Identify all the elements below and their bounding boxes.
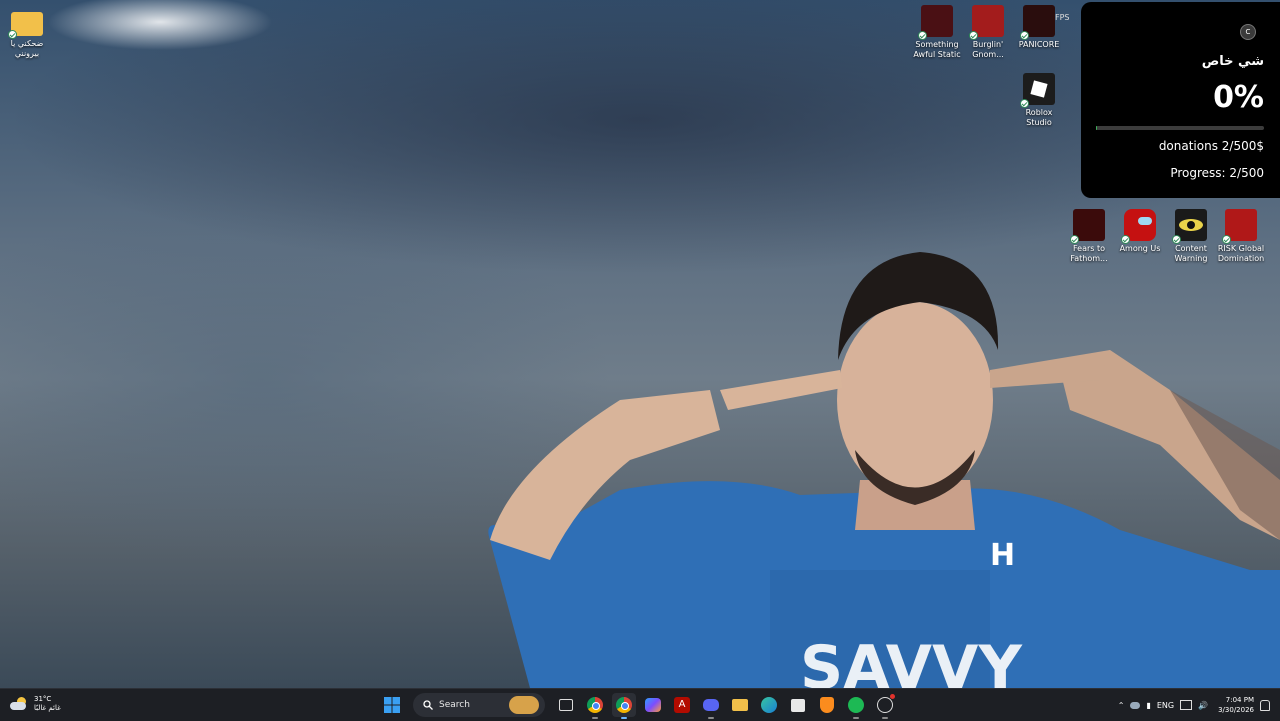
notification-bell-icon[interactable] <box>1260 699 1270 711</box>
goal-title: شي خاص <box>1201 54 1264 69</box>
chevron-up-icon[interactable]: ⌃ <box>1118 701 1125 710</box>
avatar: C <box>1240 24 1256 40</box>
among-us-icon <box>1121 209 1156 244</box>
taskbar-store[interactable] <box>786 693 810 717</box>
taskbar-steam[interactable] <box>873 693 897 719</box>
acrobat-icon: A <box>674 697 690 713</box>
svg-text:SAVVY: SAVVY <box>800 633 1023 688</box>
language-indicator[interactable]: ENG <box>1157 701 1174 710</box>
taskbar-search[interactable]: Search <box>413 693 545 717</box>
system-tray: ⌃ ▮ ENG 🔊 7:04 PM 3/30/2026 <box>1118 689 1280 721</box>
network-icon[interactable] <box>1180 700 1193 710</box>
donation-goal-overlay: C شي خاص 0% donations 2/500$ Progress: 2… <box>1081 2 1280 198</box>
onedrive-icon[interactable] <box>1130 701 1141 709</box>
donations-text: donations 2/500$ <box>1158 139 1264 153</box>
taskbar-brave[interactable] <box>815 693 839 717</box>
edge-icon <box>761 697 777 713</box>
chrome-icon <box>587 697 603 713</box>
desktop-icon-content-warning[interactable]: Content Warning <box>1166 209 1216 264</box>
weather-widget[interactable]: 31°C غائم غالبًا <box>10 695 61 713</box>
taskbar-spotify[interactable] <box>844 693 868 719</box>
copilot-icon <box>645 698 661 712</box>
wallpaper-player-image: SAVVY H <box>488 252 1280 688</box>
store-icon <box>791 698 805 712</box>
taskbar-file-explorer[interactable] <box>728 693 752 717</box>
weather-desc: غائم غالبًا <box>34 704 61 712</box>
fps-label: FPS <box>1055 13 1070 22</box>
game-icon <box>969 5 1004 40</box>
game-icon <box>1070 209 1105 244</box>
start-button[interactable] <box>380 693 404 717</box>
search-highlight-icon <box>509 696 539 714</box>
goal-percent: 0% <box>1213 80 1264 115</box>
discord-icon <box>703 699 719 711</box>
folder-icon <box>8 12 43 39</box>
search-label: Search <box>439 700 470 710</box>
windows-icon <box>384 697 400 713</box>
volume-icon[interactable]: 🔊 <box>1198 701 1208 710</box>
desktop-icon-among-us[interactable]: Among Us <box>1115 209 1165 254</box>
desktop-icon-roblox-studio[interactable]: Roblox Studio <box>1014 73 1064 128</box>
brave-icon <box>820 697 834 713</box>
taskbar-acrobat[interactable]: A <box>670 693 694 717</box>
clock-time: 7:04 PM <box>1225 696 1254 704</box>
goal-progress-bar <box>1096 126 1264 130</box>
taskbar-discord[interactable] <box>699 693 723 719</box>
svg-text:H: H <box>990 538 1015 573</box>
taskbar: 31°C غائم غالبًا Search A ⌃ ▮ ENG 🔊 7:04… <box>0 688 1280 721</box>
task-view-button[interactable] <box>554 693 578 717</box>
taskbar-chrome-2[interactable] <box>612 693 636 719</box>
desktop-icon-something-awful-static[interactable]: Something Awful Static <box>912 5 962 60</box>
desktop-folder-shortcut[interactable]: ضحكني يا بيرونني <box>2 8 52 59</box>
taskbar-copilot[interactable] <box>641 693 665 717</box>
goal-progress-fill <box>1096 126 1097 130</box>
search-icon <box>423 700 433 710</box>
taskbar-center: Search A <box>380 693 897 719</box>
clock[interactable]: 7:04 PM 3/30/2026 <box>1218 695 1254 715</box>
folder-icon <box>732 699 748 711</box>
chrome-icon <box>616 697 632 713</box>
weather-temp: 31°C <box>34 695 52 703</box>
clock-date: 3/30/2026 <box>1218 706 1254 714</box>
progress-text: Progress: 2/500 <box>1170 166 1264 180</box>
desktop-icon-fears-to-fathom[interactable]: Fears to Fathom... <box>1064 209 1114 264</box>
eye-icon <box>1172 209 1207 244</box>
desktop-icon-burglin-gnomes[interactable]: Burglin' Gnom... <box>963 5 1013 60</box>
roblox-icon <box>1020 73 1055 108</box>
taskbar-edge[interactable] <box>757 693 781 717</box>
game-icon <box>918 5 953 40</box>
desktop-icon-panicore[interactable]: PANICORE <box>1014 5 1064 50</box>
desktop-icon-risk-global-domination[interactable]: RISK Global Domination <box>1216 209 1266 264</box>
game-icon <box>1222 209 1257 244</box>
cloud-sun-icon <box>10 697 28 711</box>
steam-icon <box>877 694 895 713</box>
game-icon <box>1020 5 1055 40</box>
microphone-icon[interactable]: ▮ <box>1146 701 1150 710</box>
spotify-icon <box>848 697 864 713</box>
task-view-icon <box>559 699 573 711</box>
taskbar-chrome-1[interactable] <box>583 693 607 719</box>
